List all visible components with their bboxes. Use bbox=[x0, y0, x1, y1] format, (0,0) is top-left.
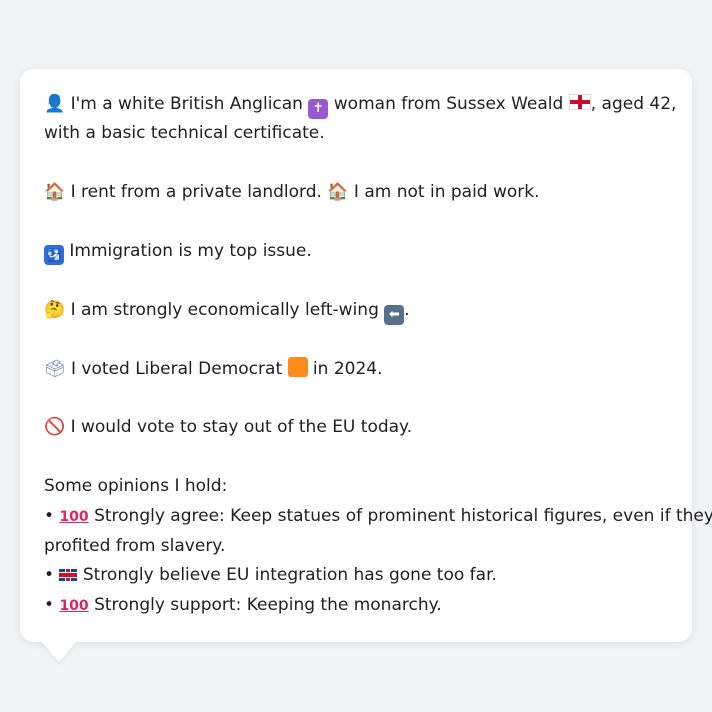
opinion-item: • 100 Strongly agree: Keep statues of pr… bbox=[44, 502, 712, 532]
left-arrow-icon: ⬅ bbox=[384, 304, 405, 325]
vote-line: 🗳 I voted Liberal Democrat in 2024. bbox=[44, 355, 668, 384]
chat-bubble: 👤 I'm a white British Anglican ✝ woman f… bbox=[20, 69, 712, 642]
housing-line: 🏠 I rent from a private landlord. 🏠 I am… bbox=[44, 178, 668, 207]
eu-line: 🚫 I would vote to stay out of the EU tod… bbox=[44, 413, 668, 442]
hundred-points-icon: 100 bbox=[59, 597, 89, 614]
passport-control-icon: 🛂 bbox=[44, 245, 64, 265]
uk-flag-icon bbox=[59, 569, 78, 582]
opinion-item-cont: profited from slavery. bbox=[44, 536, 226, 556]
identity-text-b: woman from Sussex Weald bbox=[333, 94, 564, 114]
bubble-tail bbox=[40, 640, 78, 662]
person-icon: 👤 bbox=[44, 94, 66, 114]
bullet: • bbox=[44, 594, 55, 615]
opinion-item: • 100 Strongly support: Keeping the mona… bbox=[44, 591, 668, 621]
england-flag-icon bbox=[568, 94, 591, 110]
economics-line: 🤔 I am strongly economically left-wing ⬅… bbox=[44, 296, 668, 325]
ballot-box-icon: 🗳 bbox=[44, 358, 66, 379]
latin-cross-icon: ✝ bbox=[308, 99, 329, 119]
bullet: • bbox=[44, 505, 55, 526]
identity-line: 👤 I'm a white British Anglican ✝ woman f… bbox=[44, 90, 676, 119]
hundred-points-icon: 100 bbox=[59, 508, 89, 525]
identity-text-c: , aged 42, bbox=[590, 94, 677, 114]
work-text: I am not in paid work. bbox=[353, 182, 540, 203]
economics-text: I am strongly economically left-wing bbox=[70, 299, 379, 320]
housing-text: I rent from a private landlord. bbox=[70, 182, 322, 203]
opinion-text: Strongly support: Keeping the monarchy. bbox=[94, 594, 442, 615]
bullet: • bbox=[44, 565, 55, 586]
eu-text: I would vote to stay out of the EU today… bbox=[70, 417, 413, 438]
no-entry-icon: 🚫 bbox=[44, 417, 66, 438]
house-icon: 🏠 bbox=[44, 182, 66, 203]
economics-period: . bbox=[404, 299, 410, 320]
orange-square-icon bbox=[287, 356, 308, 377]
vote-text-b: in 2024. bbox=[312, 358, 383, 379]
house-icon: 🏠 bbox=[327, 182, 349, 203]
vote-text-a: I voted Liberal Democrat bbox=[71, 358, 283, 379]
thinking-face-icon: 🤔 bbox=[44, 299, 66, 320]
identity-line-cont: with a basic technical certificate. bbox=[44, 123, 325, 144]
opinion-text: Strongly believe EU integration has gone… bbox=[82, 565, 497, 586]
issue-text: Immigration is my top issue. bbox=[69, 241, 312, 261]
opinion-text: Strongly agree: Keep statues of prominen… bbox=[94, 505, 712, 526]
opinions-heading: Some opinions I hold: bbox=[44, 476, 228, 497]
identity-text-a: I'm a white British Anglican bbox=[70, 94, 303, 114]
issue-line: 🛂 Immigration is my top issue. bbox=[44, 237, 668, 266]
opinion-item: • Strongly believe EU integration has go… bbox=[44, 561, 668, 590]
